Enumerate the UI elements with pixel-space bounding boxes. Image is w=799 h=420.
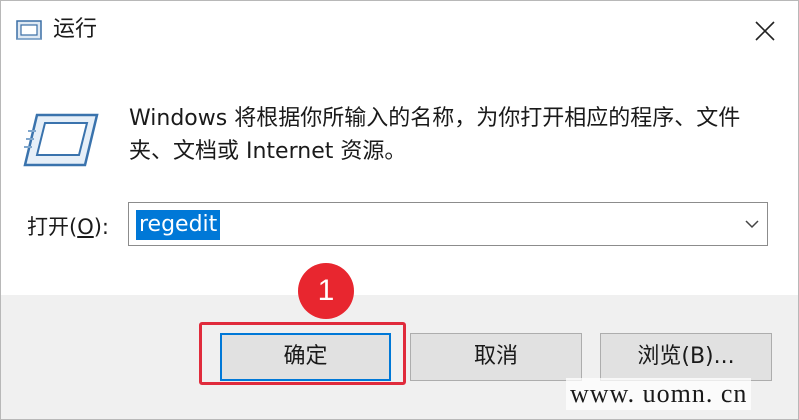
open-input-value[interactable]: regedit [136,210,221,240]
close-icon [755,21,775,41]
open-combobox[interactable]: regedit [128,202,768,246]
watermark: www. uomn. cn [566,378,752,410]
cancel-button[interactable]: 取消 [410,333,582,381]
browse-button[interactable]: 浏览(B)... [600,333,772,381]
open-label: 打开(O): [27,212,109,242]
window-title: 运行 [53,17,98,42]
open-label-suffix: ): [93,215,110,239]
open-label-prefix: 打开( [27,215,78,239]
run-dialog-icon [23,113,99,167]
title-bar[interactable]: 运行 [1,1,798,61]
description-text: Windows 将根据你所输入的名称，为你打开相应的程序、文件夹、文档或 Int… [129,106,741,164]
run-app-icon [16,20,42,40]
chevron-down-icon[interactable] [743,217,761,231]
step-badge: 1 [298,263,354,319]
close-button[interactable] [743,11,787,51]
ok-button-highlight [199,322,406,385]
open-label-accel: O [77,215,94,239]
